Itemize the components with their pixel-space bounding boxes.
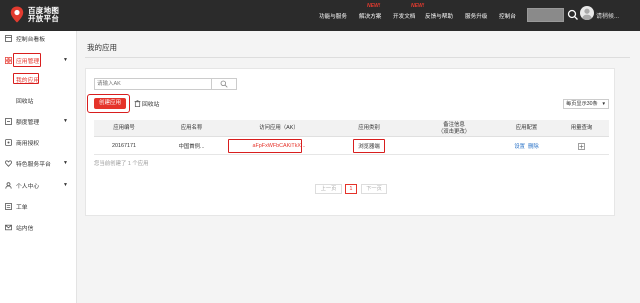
sidebar-item-featured-services[interactable]: 特色服务平台 ▼ <box>0 157 77 169</box>
search-icon[interactable] <box>566 8 580 22</box>
col-category: 应用类别 <box>358 125 380 132</box>
avatar[interactable] <box>580 6 594 20</box>
quota-icon <box>5 117 12 125</box>
sidebar-item-label: 特色服务平台 <box>16 161 51 168</box>
sidebar-subitem-recycle-bin[interactable]: 回收站 <box>16 96 33 105</box>
page-size-select[interactable]: 每页显示30条 ▼ <box>563 99 609 109</box>
ticket-icon <box>5 202 12 210</box>
next-page-button[interactable]: 下一页 <box>361 184 387 194</box>
sidebar-item-label: 控制台看板 <box>16 36 45 43</box>
caret-down-icon: ▼ <box>63 182 68 188</box>
map-pin-icon <box>10 6 24 23</box>
recycle-bin-button[interactable]: 回收站 <box>134 99 159 108</box>
app-count-text: 您当前创建了 1 个应用 <box>94 161 149 167</box>
logo-line-2: 开放平台 <box>28 13 60 23</box>
person-icon <box>5 181 12 189</box>
nav-feedback[interactable]: 反馈与帮助 <box>425 12 453 20</box>
new-badge-solutions: NEW! <box>367 3 381 9</box>
sidebar-item-label: 额度管理 <box>16 119 40 126</box>
title-divider <box>85 57 630 58</box>
search-icon <box>220 80 228 88</box>
table-header: 应用编号 应用名称 访问应用（AK） 应用类别 备注信息 （双击更改） 应用配置… <box>94 120 609 137</box>
cell-app-id: 20167171 <box>112 143 136 149</box>
sidebar-item-tickets[interactable]: 工单 <box>0 200 77 212</box>
sidebar-item-label: 商用授权 <box>16 140 40 147</box>
login-status-text[interactable]: 请稍候... <box>596 11 619 20</box>
sidebar-item-quota[interactable]: 额度管理 ▼ <box>0 115 77 127</box>
cell-note[interactable] <box>409 137 499 155</box>
prev-page-button[interactable]: 上一页 <box>315 184 342 194</box>
usage-chart-icon[interactable] <box>578 142 585 150</box>
trash-icon <box>134 100 141 107</box>
nav-solutions[interactable]: 解决方案 <box>359 12 381 20</box>
table-row: 20167171 中国首例... aFpFxWFbCAKiTkX... 浏览器端… <box>94 137 609 155</box>
col-app-id: 应用编号 <box>113 125 135 132</box>
mail-icon <box>5 224 12 231</box>
sidebar-item-license[interactable]: 商用授权 <box>0 136 77 148</box>
delete-link[interactable]: 删除 <box>528 142 539 150</box>
highlight-box-ak <box>228 139 302 153</box>
ak-search-button[interactable] <box>212 78 237 90</box>
nav-console[interactable]: 控制台 <box>499 12 516 20</box>
highlight-box-app-management <box>13 53 41 67</box>
new-badge-feedback: NEW! <box>411 3 425 9</box>
sidebar-item-personal-center[interactable]: 个人中心 ▼ <box>0 179 77 191</box>
sidebar: 控制台看板 应用管理 ▼ 我的应用 回收站 额度管理 ▼ 商用授权 特色服务平台… <box>0 31 77 303</box>
page-1-button[interactable]: 1 <box>345 184 357 194</box>
col-ak: 访问应用（AK） <box>259 125 299 132</box>
caret-down-icon: ▼ <box>63 160 68 166</box>
ak-search-input[interactable] <box>94 78 212 90</box>
header-search-input[interactable] <box>527 8 564 22</box>
license-icon <box>5 138 12 146</box>
sidebar-item-dashboard[interactable]: 控制台看板 <box>0 32 77 44</box>
heart-icon <box>5 159 12 167</box>
page-size-label: 每页显示30条 <box>566 101 598 107</box>
nav-features[interactable]: 功能与服务 <box>319 12 347 20</box>
app-grid-icon <box>5 56 12 64</box>
caret-down-icon: ▼ <box>63 118 68 124</box>
dashboard-icon <box>5 34 12 42</box>
caret-down-icon: ▼ <box>63 57 68 63</box>
caret-down-icon: ▼ <box>601 101 606 106</box>
sidebar-item-messages[interactable]: 站内信 <box>0 221 77 233</box>
logo-text: 百度地图 开放平台 <box>28 6 60 23</box>
cell-usage <box>554 137 609 155</box>
top-bar: 百度地图 开放平台 功能与服务 NEW! 解决方案 开发文档 NEW! 反馈与帮… <box>0 0 640 31</box>
settings-link[interactable]: 设置 <box>514 142 525 150</box>
nav-upgrade[interactable]: 服务升级 <box>465 12 487 20</box>
highlight-box-category <box>353 139 385 153</box>
cell-config: 设置 删除 <box>499 137 554 155</box>
col-config: 应用配置 <box>515 125 538 132</box>
col-app-name: 应用名称 <box>180 125 203 132</box>
highlight-box-create-app <box>87 94 130 113</box>
sidebar-item-label: 站内信 <box>16 225 34 232</box>
sidebar-item-label: 工单 <box>16 204 28 211</box>
highlight-box-my-apps <box>13 73 39 84</box>
col-usage: 用量查询 <box>570 125 593 132</box>
page-title: 我的应用 <box>87 43 117 52</box>
nav-docs[interactable]: 开发文档 <box>393 12 415 20</box>
col-note: 备注信息 （双击更改） <box>437 122 471 135</box>
sidebar-item-label: 个人中心 <box>16 183 40 190</box>
cell-app-name: 中国首例... <box>178 144 205 150</box>
baidu-map-logo[interactable]: 百度地图 开放平台 <box>10 6 59 23</box>
recycle-bin-label: 回收站 <box>142 102 160 108</box>
